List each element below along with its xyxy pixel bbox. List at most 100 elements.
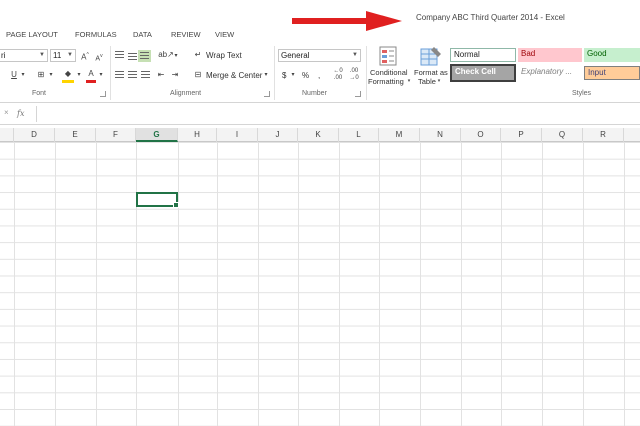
grid-line [258,142,259,426]
orientation-icon[interactable]: ab↗ [158,49,174,61]
format-as-table-label-2: Table [418,77,436,86]
format-as-table-button[interactable]: Format as Table ▾ [412,44,450,88]
tab-data[interactable]: DATA [133,30,152,39]
bottom-align-icon[interactable] [138,50,151,62]
chevron-down-icon: ▼ [67,52,73,58]
tab-view[interactable]: VIEW [215,30,234,39]
tab-formulas[interactable]: FORMULAS [75,30,117,39]
column-header-o[interactable]: O [461,128,501,142]
wrap-text-icon[interactable]: ↵ [193,49,203,61]
grid-line [339,142,340,426]
grid-line [298,142,299,426]
conditional-formatting-icon [379,46,397,66]
currency-button[interactable]: $ [282,70,286,82]
align-left-icon[interactable] [115,71,124,79]
column-header-r[interactable]: R [583,128,624,142]
tab-page-layout[interactable]: PAGE LAYOUT [6,30,58,39]
merge-center-button[interactable]: Merge & Center [206,70,262,82]
increase-decimal-icon[interactable]: ←0.00 [332,68,344,82]
top-align-icon[interactable] [115,51,124,59]
style-normal[interactable]: Normal [450,48,516,62]
chevron-down-icon[interactable]: ▾ [173,50,179,62]
grid-line [55,142,56,426]
style-check-cell[interactable]: Check Cell [450,64,516,82]
alignment-group-label: Alignment [170,90,202,97]
decrease-indent-icon[interactable]: ⇤ [156,69,166,81]
column-header-f[interactable]: F [96,128,136,142]
column-header-d[interactable]: D [14,128,55,142]
cancel-icon[interactable]: × [4,108,9,117]
conditional-formatting-button[interactable]: Conditional Formatting ▾ [368,44,410,88]
column-header-partial[interactable] [0,128,14,142]
column-header-k[interactable]: K [298,128,339,142]
middle-align-icon[interactable] [128,53,137,61]
formula-input[interactable] [36,106,640,122]
font-name-combo[interactable]: ri ▼ [0,49,48,62]
percent-button[interactable]: % [302,70,309,82]
borders-icon[interactable]: ⊞ [36,69,46,81]
align-right-icon[interactable] [141,71,150,79]
number-format-value: General [281,51,310,60]
column-header-i[interactable]: I [217,128,258,142]
column-header-h[interactable]: H [178,128,217,142]
grid-line [96,142,97,426]
active-cell[interactable] [136,192,179,208]
column-header-j[interactable]: J [258,128,298,142]
merge-center-icon[interactable]: ⊟ [193,69,203,81]
style-explanatory[interactable]: Explanatory ... [518,66,582,80]
align-center-icon[interactable] [128,71,137,79]
grid-line [501,142,502,426]
grid-line [217,142,218,426]
style-good[interactable]: Good [584,48,640,62]
decrease-decimal-icon[interactable]: .00 →0 [348,68,360,82]
font-size-value: 11 [53,51,62,60]
increase-indent-icon[interactable]: ⇥ [170,69,180,81]
number-format-combo[interactable]: General ▼ [278,49,361,62]
chevron-down-icon[interactable]: ▾ [290,69,296,81]
chevron-down-icon[interactable]: ▾ [20,69,26,81]
ribbon-tabs: PAGE LAYOUT FORMULAS DATA REVIEW VIEW [0,28,640,42]
grid-line [542,142,543,426]
fill-color-icon[interactable]: ◆ [62,68,74,83]
number-group-label: Number [302,90,327,97]
wrap-text-button[interactable]: Wrap Text [206,50,242,62]
grid-line [461,142,462,426]
font-name-value: ri [1,51,6,60]
number-dialog-launcher-icon[interactable] [355,91,361,97]
tab-review[interactable]: REVIEW [171,30,201,39]
format-as-table-icon [420,47,441,66]
font-group-label: Font [32,90,47,97]
group-divider [274,46,275,100]
chevron-down-icon: ▼ [352,52,358,58]
chevron-down-icon[interactable]: ▾ [48,69,54,81]
style-input[interactable]: Input [584,66,640,80]
excel-window: { "window": { "title": "Company ABC Thir… [0,0,640,426]
column-header-n[interactable]: N [420,128,461,142]
column-header-g[interactable]: G [136,128,178,142]
title-bar: Company ABC Third Quarter 2014 - Excel [0,0,640,31]
column-header-q[interactable]: Q [542,128,583,142]
column-header-e[interactable]: E [55,128,96,142]
comma-button[interactable]: , [318,70,320,82]
column-header-l[interactable]: L [339,128,379,142]
font-size-combo[interactable]: 11 ▼ [50,49,76,62]
chevron-down-icon[interactable]: ▾ [98,69,104,81]
group-divider [366,46,367,100]
font-color-icon[interactable]: A [86,68,96,83]
grow-font-icon[interactable]: A^ [80,49,90,64]
column-header-p[interactable]: P [501,128,542,142]
alignment-dialog-launcher-icon[interactable] [264,91,270,97]
window-title: Company ABC Third Quarter 2014 - Excel [416,13,565,22]
ribbon: ri ▼ 11 ▼ A^ Av U ▾ ⊞ ▾ ◆ ▾ A ▾ Font ab↗… [0,42,640,103]
column-header-m[interactable]: M [379,128,420,142]
shrink-font-icon[interactable]: Av [94,50,104,65]
insert-function-button[interactable]: fx [17,109,24,118]
underline-icon[interactable]: U [10,69,18,81]
grid-line [178,142,179,426]
chevron-down-icon[interactable]: ▾ [76,69,82,81]
grid-line [136,142,137,426]
font-dialog-launcher-icon[interactable] [100,91,106,97]
style-bad[interactable]: Bad [518,48,582,62]
chevron-down-icon[interactable]: ▾ [263,69,269,81]
grid-line [379,142,380,426]
